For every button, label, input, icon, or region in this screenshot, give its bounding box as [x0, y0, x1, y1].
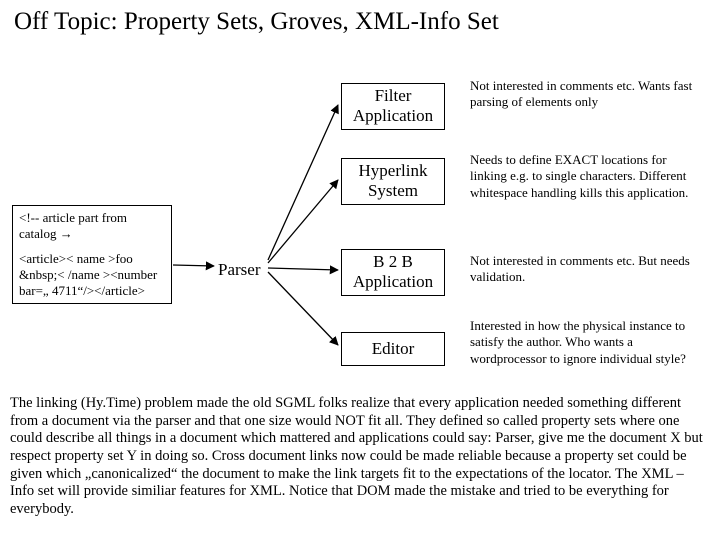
- box-b2b-application: B 2 B Application: [341, 249, 445, 296]
- arrow-parser-to-hyperlink: [268, 180, 338, 263]
- arrow-parser-to-filter: [268, 105, 338, 260]
- note-b2b: Not interested in comments etc. But need…: [470, 253, 706, 286]
- note-hyperlink: Needs to define EXACT locations for link…: [470, 152, 706, 201]
- arrow-source-to-parser: [173, 265, 214, 266]
- slide-title: Off Topic: Property Sets, Groves, XML-In…: [14, 8, 499, 36]
- source-snippet-box: <!-- article part from catalog → <articl…: [12, 205, 172, 304]
- explanatory-paragraph: The linking (Hy.Time) problem made the o…: [10, 395, 710, 519]
- arrow-parser-to-editor: [268, 272, 338, 345]
- arrow-parser-to-b2b: [268, 268, 338, 270]
- parser-label: Parser: [218, 260, 260, 280]
- source-line-1: <!-- article part from catalog →: [19, 210, 165, 243]
- box-editor: Editor: [341, 332, 445, 366]
- box-hyperlink-system: Hyperlink System: [341, 158, 445, 205]
- note-editor: Interested in how the physical instance …: [470, 318, 706, 367]
- box-filter-application: Filter Application: [341, 83, 445, 130]
- note-filter: Not interested in comments etc. Wants fa…: [470, 78, 706, 111]
- source-line-2: <article>< name >foo &nbsp;< /name ><num…: [19, 251, 165, 300]
